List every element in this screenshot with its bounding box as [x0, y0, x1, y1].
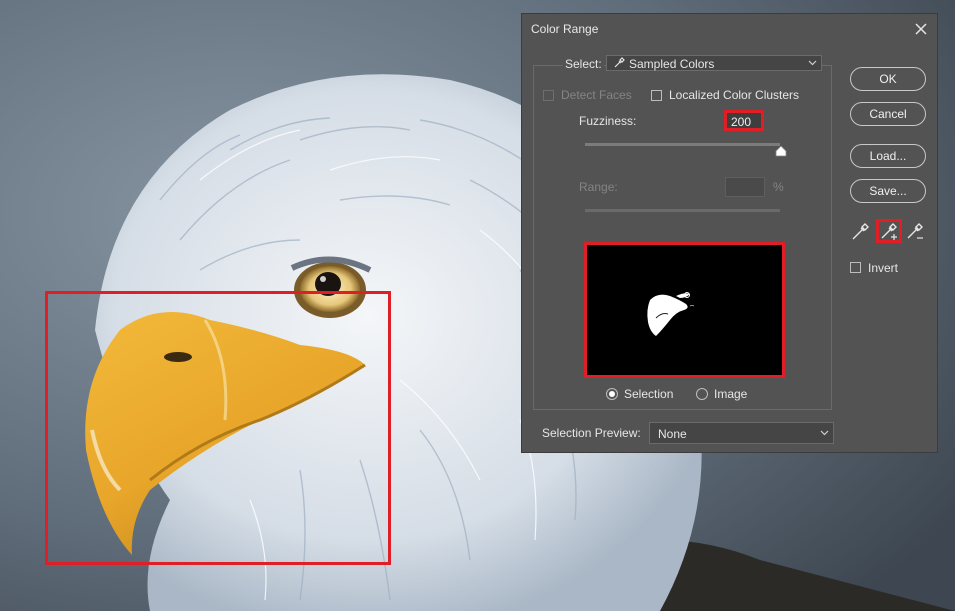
fuzziness-input[interactable]: 200 [724, 110, 764, 131]
beak-highlight-box [45, 291, 391, 565]
eyedropper-plus-icon[interactable] [878, 220, 900, 242]
select-label: Select: [563, 57, 604, 71]
dialog-titlebar[interactable]: Color Range [522, 14, 937, 44]
radio-dot [609, 391, 615, 397]
select-value: Sampled Colors [629, 57, 715, 71]
selection-preview-dropdown[interactable]: None [649, 422, 834, 444]
range-label: Range: [579, 180, 618, 194]
invert-checkbox[interactable] [850, 262, 861, 273]
selection-preview-value: None [658, 427, 687, 441]
range-input[interactable] [725, 177, 765, 197]
select-dropdown[interactable]: Sampled Colors [606, 55, 822, 71]
selection-preview-thumbnail [584, 242, 785, 378]
eyedropper-icon [614, 57, 625, 68]
eyedropper-minus-icon[interactable] [904, 220, 926, 242]
load-button[interactable]: Load... [850, 144, 926, 168]
image-radio[interactable] [696, 388, 708, 400]
selection-radio-label: Selection [624, 387, 674, 401]
fuzziness-label: Fuzziness: [579, 114, 637, 128]
selection-radio[interactable] [606, 388, 618, 400]
chevron-down-icon [808, 60, 817, 66]
chevron-down-icon [820, 430, 829, 436]
close-icon[interactable] [911, 19, 931, 39]
range-slider-track[interactable] [585, 209, 780, 212]
fuzziness-slider-track[interactable] [585, 143, 780, 146]
localized-clusters-checkbox[interactable] [651, 90, 662, 101]
color-range-dialog: Color Range Select: Sampled Colors Detec… [521, 13, 938, 453]
eyedropper-icon[interactable] [850, 220, 872, 242]
invert-label: Invert [868, 261, 899, 275]
save-button[interactable]: Save... [850, 179, 926, 203]
detect-faces-checkbox[interactable] [543, 90, 554, 101]
selection-preview-label: Selection Preview: [542, 426, 641, 440]
detect-faces-label: Detect Faces [561, 88, 632, 102]
cancel-button[interactable]: Cancel [850, 102, 926, 126]
ok-button[interactable]: OK [850, 67, 926, 91]
selection-mask-image [590, 248, 779, 372]
image-radio-label: Image [714, 387, 748, 401]
range-unit: % [773, 180, 784, 194]
localized-clusters-label: Localized Color Clusters [669, 88, 800, 102]
dialog-title: Color Range [531, 22, 599, 36]
fuzziness-slider-thumb[interactable] [775, 146, 787, 157]
